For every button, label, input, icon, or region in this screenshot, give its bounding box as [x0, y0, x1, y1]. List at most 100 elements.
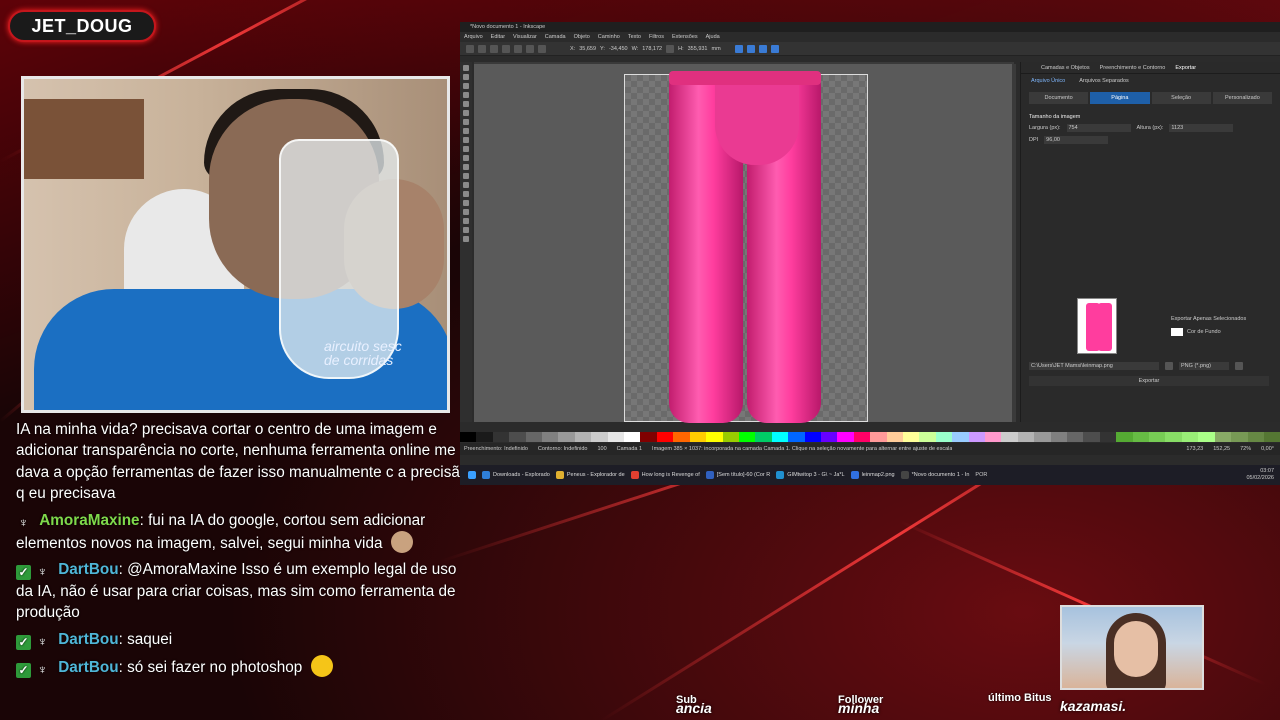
palette-swatch[interactable]	[788, 432, 805, 442]
palette-swatch[interactable]	[1099, 432, 1117, 442]
palette-swatch[interactable]	[935, 432, 953, 442]
palette-swatch[interactable]	[673, 432, 690, 442]
node-tool-icon[interactable]	[463, 74, 469, 80]
dpi-input[interactable]: 96,00	[1044, 136, 1109, 144]
menu-caminho[interactable]: Caminho	[598, 34, 620, 40]
export-button[interactable]: Exportar	[1029, 376, 1269, 386]
export-width-input[interactable]: 754	[1066, 124, 1131, 132]
area-custom-button[interactable]: Personalizado	[1212, 92, 1272, 104]
palette-swatch[interactable]	[837, 432, 854, 442]
x-field[interactable]: 35,659	[579, 46, 596, 52]
palette-swatch[interactable]	[509, 432, 526, 442]
rect-tool-icon[interactable]	[463, 83, 469, 89]
area-selection-button[interactable]: Seleção	[1151, 92, 1211, 104]
palette-swatch[interactable]	[1165, 432, 1182, 442]
color-palette[interactable]	[460, 432, 1280, 442]
select-all-icon[interactable]	[466, 44, 474, 53]
flip-vertical-icon[interactable]	[538, 44, 546, 53]
text-tool-icon[interactable]	[463, 146, 469, 152]
palette-swatch[interactable]	[624, 432, 641, 442]
palette-swatch[interactable]	[1001, 432, 1018, 442]
background-color-picker[interactable]: Cor de Fundo	[1171, 328, 1221, 336]
dropper-tool-icon[interactable]	[463, 173, 469, 179]
zoom-field[interactable]: 72%	[1240, 446, 1251, 452]
menu-editar[interactable]: Editar	[491, 34, 505, 40]
palette-swatch[interactable]	[1214, 432, 1232, 442]
taskbar-item[interactable]: *Novo documento 1 - In	[900, 471, 969, 479]
menu-camada[interactable]: Camada	[545, 34, 566, 40]
rotate-cw-icon[interactable]	[514, 44, 522, 53]
y-field[interactable]: -34,450	[609, 46, 628, 52]
menu-texto[interactable]: Texto	[628, 34, 641, 40]
taskbar-item[interactable]: [Sem título]-60 (Cor R	[705, 471, 770, 479]
palette-swatch[interactable]	[853, 432, 871, 442]
palette-swatch[interactable]	[755, 432, 772, 442]
gradient-tool-icon[interactable]	[463, 155, 469, 161]
palette-swatch[interactable]	[460, 432, 477, 442]
opacity-field[interactable]: 100	[597, 446, 606, 452]
palette-swatch[interactable]	[542, 432, 559, 442]
palette-swatch[interactable]	[1067, 432, 1084, 442]
height-field[interactable]: 355,931	[688, 46, 708, 52]
star-tool-icon[interactable]	[463, 101, 469, 107]
lock-icon[interactable]	[666, 44, 675, 53]
measure-tool-icon[interactable]	[463, 227, 469, 233]
chat-username[interactable]: DartBou	[58, 631, 118, 648]
export-path-input[interactable]: C:\Users\JET Mamsi\leinmap.png	[1029, 362, 1159, 370]
system-clock[interactable]: 03:07 05/02/2026	[1246, 468, 1274, 482]
palette-swatch[interactable]	[919, 432, 936, 442]
menu-visualizar[interactable]: Visualizar	[513, 34, 537, 40]
tab-single-file[interactable]: Arquivo Único	[1031, 78, 1065, 84]
palette-swatch[interactable]	[656, 432, 674, 442]
stroke-indicator[interactable]: Indefinido	[564, 446, 588, 452]
menu-objeto[interactable]: Objeto	[574, 34, 590, 40]
menu-arquivo[interactable]: Arquivo	[464, 34, 483, 40]
palette-swatch[interactable]	[525, 432, 543, 442]
palette-swatch[interactable]	[607, 432, 625, 442]
export-height-input[interactable]: 1123	[1169, 124, 1234, 132]
rotate-ccw-icon[interactable]	[502, 44, 510, 53]
palette-swatch[interactable]	[820, 432, 838, 442]
folder-icon[interactable]	[1165, 362, 1173, 370]
palette-swatch[interactable]	[1083, 432, 1100, 442]
palette-swatch[interactable]	[1034, 432, 1051, 442]
palette-swatch[interactable]	[722, 432, 739, 442]
paint-bucket-tool-icon[interactable]	[463, 182, 469, 188]
palette-swatch[interactable]	[1050, 432, 1068, 442]
eraser-tool-icon[interactable]	[463, 209, 469, 215]
calligraphy-tool-icon[interactable]	[463, 137, 469, 143]
palette-swatch[interactable]	[804, 432, 821, 442]
pen-tool-icon[interactable]	[463, 128, 469, 134]
spray-tool-icon[interactable]	[463, 200, 469, 206]
connector-tool-icon[interactable]	[463, 218, 469, 224]
taskbar-item[interactable]: Downloads - Explorado	[482, 471, 550, 479]
chat-username[interactable]: AmoraMaxine	[39, 512, 139, 529]
menu-ajuda[interactable]: Ajuda	[706, 34, 720, 40]
tab-layers-objects[interactable]: Camadas e Objetos	[1041, 65, 1090, 71]
tab-batch-export[interactable]: Arquivos Separados	[1079, 78, 1129, 84]
menu-filtros[interactable]: Filtros	[649, 34, 664, 40]
drawing-canvas[interactable]	[474, 64, 1014, 423]
taskbar-item[interactable]: Peneus - Explorador de	[555, 471, 625, 479]
taskbar-item[interactable]: How long is Revenge of	[630, 471, 700, 479]
palette-swatch[interactable]	[1231, 432, 1248, 442]
select-all-layers-icon[interactable]	[478, 44, 486, 53]
palette-swatch[interactable]	[1116, 432, 1133, 442]
scale-stroke-icon[interactable]	[734, 44, 743, 53]
fill-indicator[interactable]: Indefinido	[504, 446, 528, 452]
palette-swatch[interactable]	[1263, 432, 1280, 442]
deselect-icon[interactable]	[490, 44, 498, 53]
mesh-tool-icon[interactable]	[463, 164, 469, 170]
gear-icon[interactable]	[1235, 362, 1243, 370]
palette-swatch[interactable]	[952, 432, 969, 442]
palette-swatch[interactable]	[1017, 432, 1035, 442]
tab-fill-stroke[interactable]: Preenchimento e Contorno	[1100, 65, 1166, 71]
palette-swatch[interactable]	[1198, 432, 1215, 442]
tweak-tool-icon[interactable]	[463, 191, 469, 197]
palette-swatch[interactable]	[738, 432, 756, 442]
palette-swatch[interactable]	[476, 432, 493, 442]
palette-swatch[interactable]	[1132, 432, 1150, 442]
unit-select[interactable]: mm	[712, 46, 721, 52]
area-document-button[interactable]: Documento	[1029, 92, 1089, 104]
taskbar-item[interactable]: leinmap2.png	[850, 471, 895, 479]
